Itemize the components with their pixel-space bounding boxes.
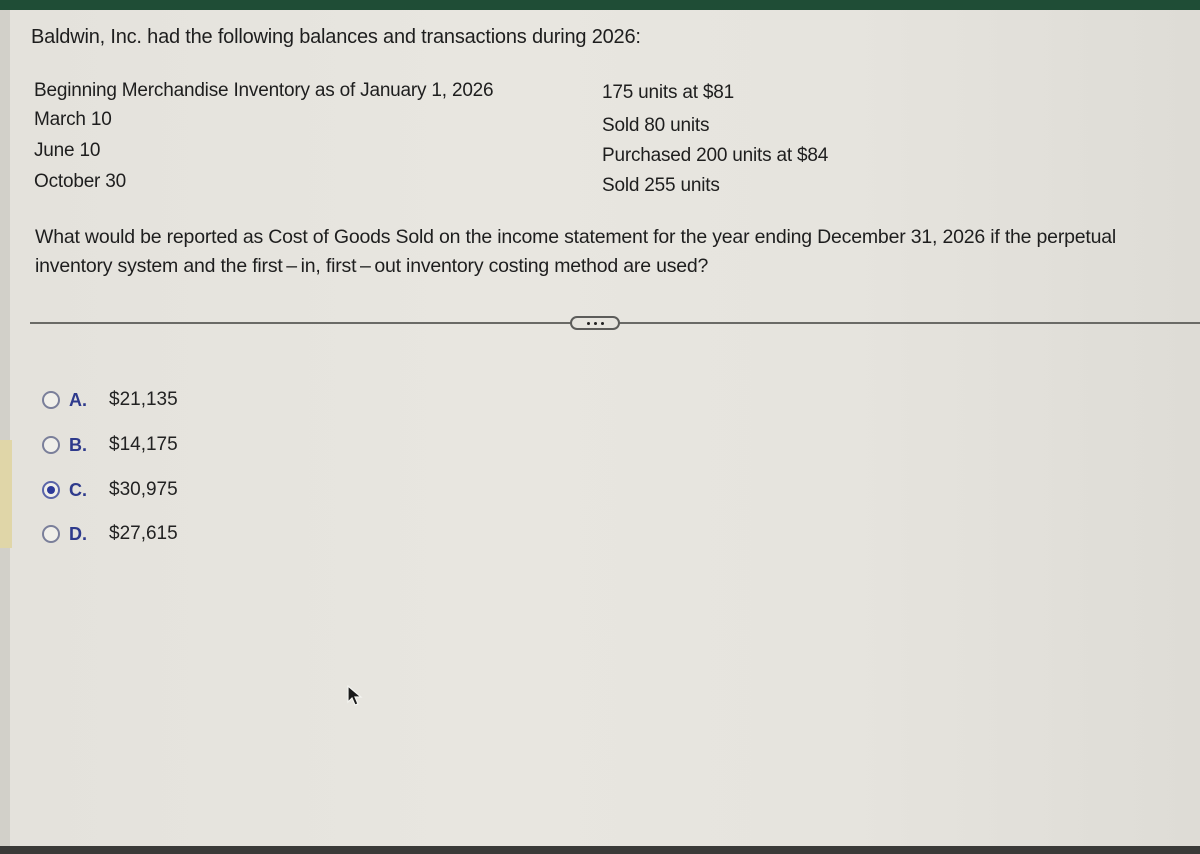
row-label-october: October 30 xyxy=(34,171,126,192)
bottom-bar xyxy=(0,846,1200,854)
radio-button-a[interactable] xyxy=(42,391,60,409)
left-edge xyxy=(0,10,10,846)
option-letter: B. xyxy=(69,434,87,455)
top-bar xyxy=(0,0,1200,10)
radio-button-d[interactable] xyxy=(42,525,60,543)
expand-more-button[interactable] xyxy=(570,316,620,330)
row-label-beginning-inventory: Beginning Merchandise Inventory as of Ja… xyxy=(34,80,494,101)
option-b[interactable]: B. $14,175 xyxy=(42,434,178,456)
ellipsis-icon xyxy=(593,321,597,325)
option-d[interactable]: D. $27,615 xyxy=(42,523,178,545)
row-label-june: June 10 xyxy=(34,140,101,161)
left-accent xyxy=(0,440,12,548)
radio-button-c[interactable] xyxy=(42,481,60,499)
option-a[interactable]: A. $21,135 xyxy=(42,389,178,411)
option-value: $14,175 xyxy=(109,434,178,455)
row-value-beginning-inventory: 175 units at $81 xyxy=(602,82,735,103)
option-value: $30,975 xyxy=(109,479,178,500)
mouse-cursor-icon xyxy=(347,685,363,706)
option-value: $21,135 xyxy=(109,389,178,410)
ellipsis-icon xyxy=(600,321,604,325)
option-letter: D. xyxy=(69,523,87,544)
radio-button-b[interactable] xyxy=(42,436,60,454)
row-value-october: Sold 255 units xyxy=(602,175,720,196)
ellipsis-icon xyxy=(586,321,590,325)
option-c[interactable]: C. $30,975 xyxy=(42,479,178,501)
problem-intro: Baldwin, Inc. had the following balances… xyxy=(31,26,641,48)
question-text: What would be reported as Cost of Goods … xyxy=(35,226,1117,277)
row-value-june: Purchased 200 units at $84 xyxy=(602,145,829,166)
option-letter: C. xyxy=(69,479,87,500)
row-value-march: Sold 80 units xyxy=(602,115,710,136)
option-letter: A. xyxy=(69,389,87,410)
row-label-march: March 10 xyxy=(34,109,112,130)
option-value: $27,615 xyxy=(109,523,178,544)
